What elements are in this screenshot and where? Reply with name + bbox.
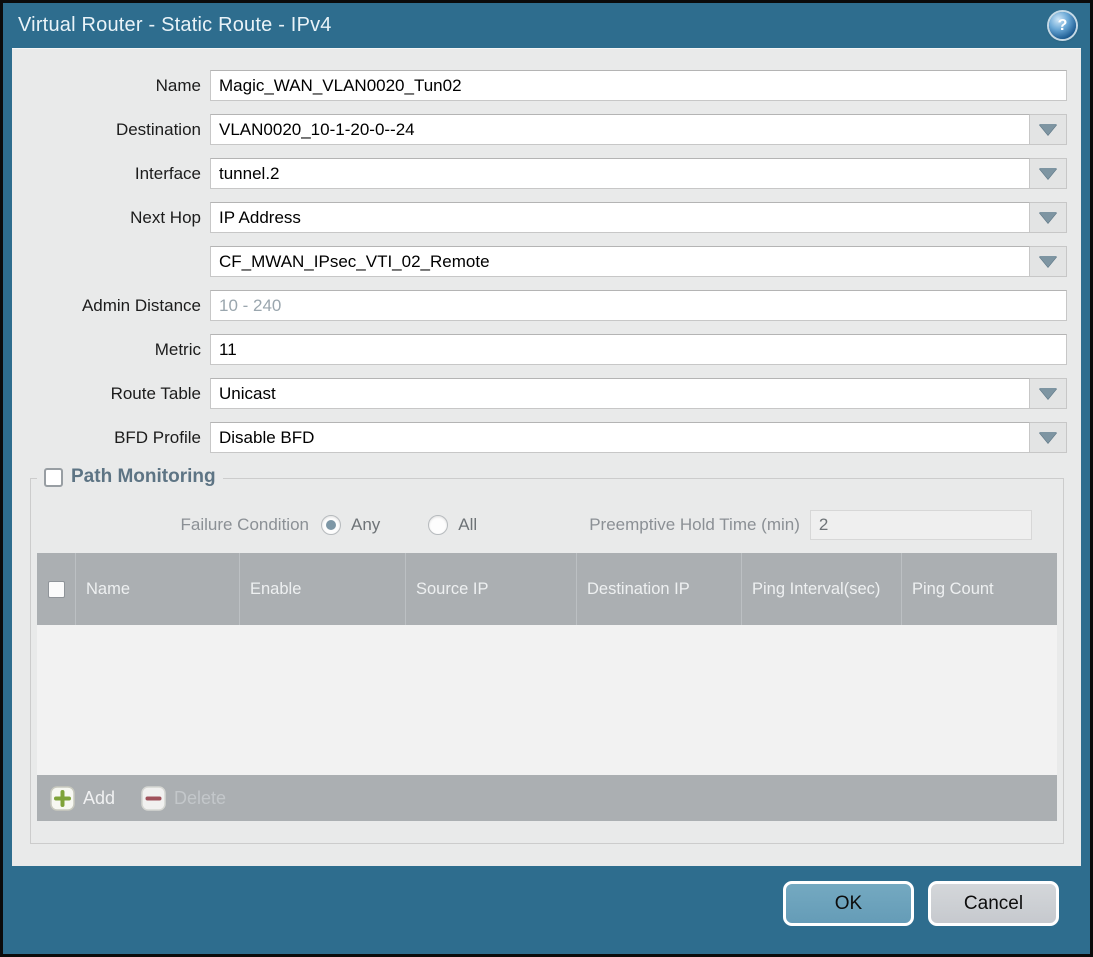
bfd-profile-label: BFD Profile	[12, 428, 210, 448]
minus-icon	[141, 786, 166, 811]
admin-distance-input[interactable]	[210, 290, 1067, 321]
add-button[interactable]: Add	[50, 786, 115, 811]
chevron-down-icon	[1039, 124, 1057, 135]
name-label: Name	[12, 76, 210, 96]
delete-button-label: Delete	[174, 788, 226, 809]
add-button-label: Add	[83, 788, 115, 809]
route-table-label: Route Table	[12, 384, 210, 404]
form-row-admin-distance: Admin Distance	[12, 290, 1081, 321]
admin-distance-label: Admin Distance	[12, 296, 210, 316]
radio-dot	[326, 520, 336, 530]
destination-input[interactable]	[210, 114, 1030, 145]
next-hop-type-dropdown-button[interactable]	[1030, 202, 1067, 233]
dialog-footer: OK Cancel	[3, 866, 1090, 954]
form-row-next-hop: Next Hop	[12, 202, 1081, 233]
select-all-checkbox[interactable]	[48, 581, 65, 598]
form-row-bfd-profile: BFD Profile	[12, 422, 1081, 453]
interface-input[interactable]	[210, 158, 1030, 189]
form-row-route-table: Route Table	[12, 378, 1081, 409]
failure-condition-any-label: Any	[351, 515, 380, 535]
next-hop-type-input[interactable]	[210, 202, 1030, 233]
destination-dropdown-button[interactable]	[1030, 114, 1067, 145]
next-hop-address-input[interactable]	[210, 246, 1030, 277]
delete-button[interactable]: Delete	[141, 786, 226, 811]
form-row-interface: Interface	[12, 158, 1081, 189]
failure-condition-all-radio[interactable]	[428, 515, 448, 535]
path-monitoring-checkbox[interactable]	[44, 468, 63, 487]
form-row-name: Name	[12, 70, 1081, 101]
chevron-down-icon	[1039, 256, 1057, 267]
preemptive-hold-time-label: Preemptive Hold Time (min)	[589, 515, 800, 535]
chevron-down-icon	[1039, 212, 1057, 223]
form-row-next-hop-address	[12, 246, 1081, 277]
route-table-dropdown-button[interactable]	[1030, 378, 1067, 409]
form-row-metric: Metric	[12, 334, 1081, 365]
chevron-down-icon	[1039, 388, 1057, 399]
destination-label: Destination	[12, 120, 210, 140]
next-hop-address-dropdown-button[interactable]	[1030, 246, 1067, 277]
column-header-destination-ip: Destination IP	[576, 553, 741, 625]
plus-icon	[50, 786, 75, 811]
form-row-destination: Destination	[12, 114, 1081, 145]
interface-dropdown-button[interactable]	[1030, 158, 1067, 189]
bfd-profile-dropdown-button[interactable]	[1030, 422, 1067, 453]
path-monitoring-table: Name Enable Source IP Destination IP Pin…	[37, 553, 1057, 821]
interface-label: Interface	[12, 164, 210, 184]
preemptive-hold-time-input[interactable]	[810, 510, 1032, 540]
failure-condition-any-radio[interactable]	[321, 515, 341, 535]
failure-condition-label: Failure Condition	[31, 515, 321, 535]
metric-label: Metric	[12, 340, 210, 360]
dialog-title: Virtual Router - Static Route - IPv4	[18, 14, 1049, 37]
metric-input[interactable]	[210, 334, 1067, 365]
column-header-enable: Enable	[239, 553, 405, 625]
dialog-content: Name Destination Interface	[12, 48, 1081, 866]
static-route-dialog: Virtual Router - Static Route - IPv4 ? N…	[0, 0, 1093, 957]
column-header-ping-interval: Ping Interval(sec)	[741, 553, 901, 625]
cancel-button[interactable]: Cancel	[928, 881, 1059, 926]
chevron-down-icon	[1039, 168, 1057, 179]
ok-button[interactable]: OK	[783, 881, 914, 926]
bfd-profile-input[interactable]	[210, 422, 1030, 453]
column-header-ping-count: Ping Count	[901, 553, 1057, 625]
name-input[interactable]	[210, 70, 1067, 101]
help-icon[interactable]: ?	[1049, 12, 1076, 39]
table-body-empty	[37, 625, 1057, 775]
next-hop-label: Next Hop	[12, 208, 210, 228]
table-header: Name Enable Source IP Destination IP Pin…	[37, 553, 1057, 625]
route-table-input[interactable]	[210, 378, 1030, 409]
dialog-titlebar: Virtual Router - Static Route - IPv4 ?	[3, 3, 1090, 48]
path-monitoring-title: Path Monitoring	[71, 466, 216, 488]
select-all-cell	[37, 553, 75, 625]
table-toolbar: Add Delete	[37, 775, 1057, 821]
chevron-down-icon	[1039, 432, 1057, 443]
column-header-source-ip: Source IP	[405, 553, 576, 625]
failure-condition-all-label: All	[458, 515, 477, 535]
failure-condition-row: Failure Condition Any All Preemptive Hol…	[31, 510, 1063, 540]
column-header-name: Name	[75, 553, 239, 625]
path-monitoring-group: Path Monitoring Failure Condition Any Al…	[30, 478, 1064, 844]
path-monitoring-legend: Path Monitoring	[37, 466, 223, 488]
